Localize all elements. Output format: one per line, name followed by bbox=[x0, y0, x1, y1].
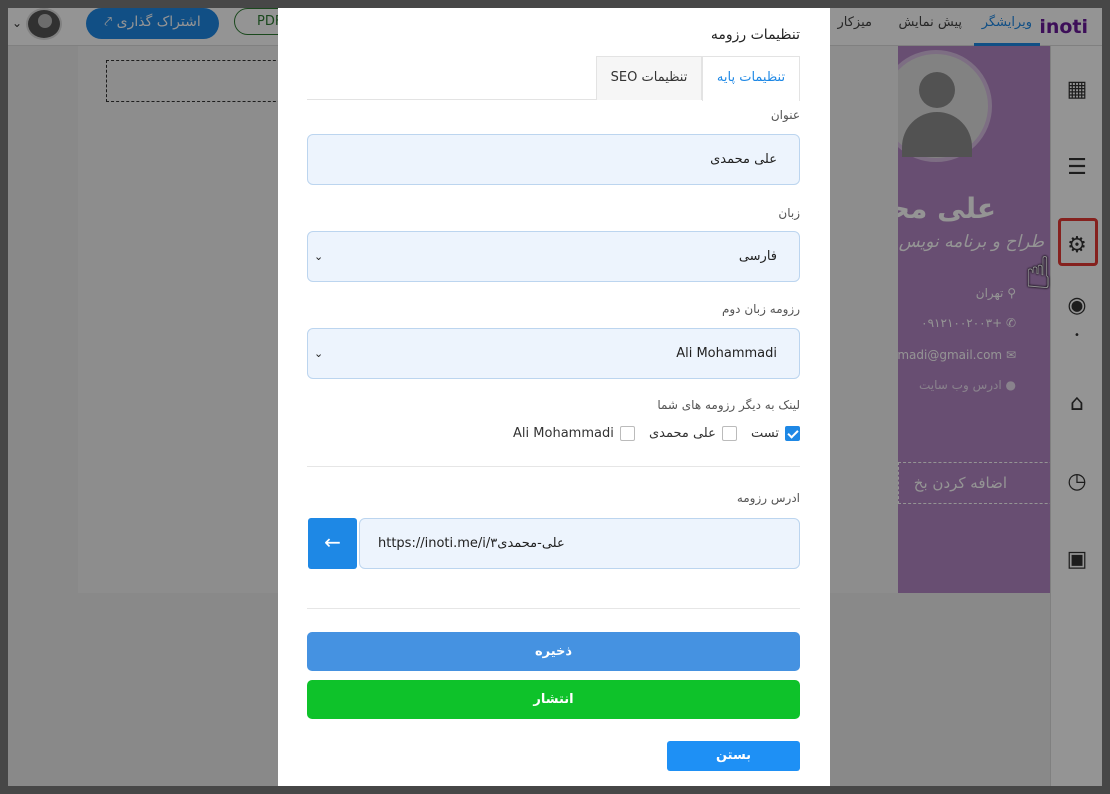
link-option-label: علی محمدی bbox=[648, 426, 716, 441]
url-label: ادرس رزومه bbox=[736, 491, 800, 505]
second-language-select[interactable]: Ali Mohammadi ⌄ bbox=[307, 328, 800, 379]
language-value: فارسی bbox=[738, 249, 777, 264]
chevron-down-icon: ⌄ bbox=[314, 250, 324, 263]
link-option[interactable]: Ali Mohammadi bbox=[513, 426, 635, 441]
second-language-value: Ali Mohammadi bbox=[676, 346, 777, 361]
link-checkbox[interactable] bbox=[785, 426, 800, 441]
divider bbox=[307, 466, 800, 467]
title-label: عنوان bbox=[770, 108, 800, 122]
link-option-label: Ali Mohammadi bbox=[513, 426, 614, 441]
link-checkbox[interactable] bbox=[619, 426, 635, 441]
divider bbox=[307, 608, 800, 609]
tab-basic-settings[interactable]: تنظیمات پایه bbox=[702, 56, 800, 101]
arrow-left-icon[interactable]: ← bbox=[308, 518, 357, 569]
title-input[interactable]: علی محمدی bbox=[307, 134, 800, 185]
link-checkbox[interactable] bbox=[721, 426, 737, 441]
tab-seo-settings[interactable]: تنظیمات SEO bbox=[596, 56, 702, 100]
links-label: لینک به دیگر رزومه های شما bbox=[657, 398, 800, 412]
chevron-down-icon: ⌄ bbox=[314, 347, 324, 360]
links-checkbox-group: تست علی محمدی Ali Mohammadi bbox=[503, 426, 800, 444]
save-button[interactable]: ذخیره bbox=[307, 632, 800, 671]
publish-button[interactable]: انتشار bbox=[307, 680, 800, 719]
settings-tabs: تنظیمات پایه تنظیمات SEO bbox=[307, 56, 800, 101]
close-button[interactable]: بستن bbox=[667, 741, 800, 771]
resume-settings-modal: تنظیمات رزومه تنظیمات پایه تنظیمات SEO ع… bbox=[278, 8, 830, 786]
resume-url-input[interactable]: https://inoti.me/i/علی-محمدی۳ bbox=[359, 518, 800, 569]
modal-title: تنظیمات رزومه bbox=[710, 27, 800, 43]
language-label: زبان bbox=[778, 206, 800, 220]
second-language-label: رزومه زبان دوم bbox=[721, 302, 800, 316]
link-option-label: تست bbox=[751, 426, 779, 441]
link-option[interactable]: تست bbox=[751, 426, 800, 441]
link-option[interactable]: علی محمدی bbox=[649, 426, 737, 441]
language-select[interactable]: فارسی ⌄ bbox=[307, 231, 800, 282]
